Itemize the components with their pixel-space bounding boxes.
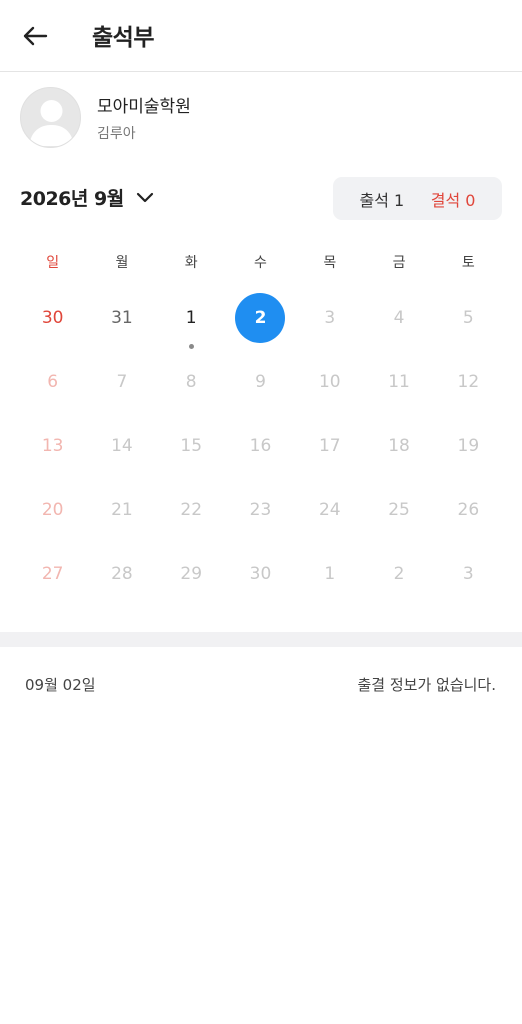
arrow-left-icon [23,26,48,46]
day-number: 9 [255,372,266,392]
day-number: 30 [41,308,64,328]
back-button[interactable] [14,16,56,56]
calendar-day[interactable]: 10 [295,354,364,418]
day-number: 7 [116,372,128,392]
day-number: 2 [393,564,405,584]
calendar-day[interactable]: 30 [226,546,295,610]
day-number: 22 [180,500,203,520]
day-number: 30 [249,564,272,584]
day-number: 15 [180,436,203,456]
calendar-day[interactable]: 12 [434,354,503,418]
calendar-day[interactable]: 3 [434,546,503,610]
day-number: 12 [457,372,480,392]
day-number: 16 [249,436,272,456]
section-divider [0,632,522,647]
calendar-day[interactable]: 21 [87,482,156,546]
calendar-day[interactable]: 23 [226,482,295,546]
calendar-day[interactable]: 2 [364,546,433,610]
calendar-day[interactable]: 3 [295,290,364,354]
day-number: 19 [457,436,480,456]
default-avatar-icon [20,87,81,148]
day-number: 31 [111,308,133,328]
calendar-day[interactable]: 31 [87,290,156,354]
day-number: 8 [185,372,197,392]
month-selector[interactable]: 2026년 9월 [20,184,154,211]
calendar-day[interactable]: 16 [226,418,295,482]
day-number: 11 [388,372,410,392]
day-number: 18 [388,436,410,456]
calendar-day[interactable]: 8 [157,354,226,418]
selected-date: 09월 02일 [25,676,96,694]
page-title: 출석부 [92,25,154,51]
attendance-dot [188,344,194,349]
day-number: 14 [111,436,133,456]
calendar-day[interactable]: 28 [87,546,156,610]
calendar-day[interactable]: 19 [434,418,503,482]
weekday-label: 목 [323,255,337,271]
weekday-label: 금 [392,255,406,271]
day-number: 27 [41,564,64,584]
calendar-day[interactable]: 1 [157,290,226,354]
app-header: 출석부 [0,0,522,72]
calendar-day[interactable]: 7 [87,354,156,418]
weekday-label: 월 [115,255,129,271]
calendar-day[interactable]: 25 [364,482,433,546]
day-number: 4 [393,308,405,328]
day-number: 25 [388,500,410,520]
day-number: 2 [235,293,286,343]
calendar-day[interactable]: 22 [157,482,226,546]
day-number: 1 [185,308,197,328]
month-row: 2026년 9월 출석 1 결석 0 [0,176,522,222]
weekday-label: 토 [461,255,475,271]
calendar-day[interactable]: 26 [434,482,503,546]
weekday-label: 화 [184,255,198,271]
day-number: 24 [318,500,341,520]
day-number: 28 [111,564,133,584]
day-number: 29 [180,564,203,584]
calendar-day[interactable]: 14 [87,418,156,482]
calendar-grid: 30 31 1 2 3 4 5 6 7 8 9 10 11 12 13 14 15 16 17 18 19 20 21 22 2… [18,290,503,610]
day-number: 5 [462,308,474,328]
day-number: 10 [318,372,341,392]
attendance-summary: 출석 1 결석 0 [333,177,502,220]
calendar-day[interactable]: 9 [226,354,295,418]
day-number: 17 [318,436,341,456]
chevron-down-icon [136,192,154,204]
academy-name: 모아미술학원 [97,97,191,117]
calendar-day[interactable]: 6 [18,354,87,418]
calendar-day[interactable]: 27 [18,546,87,610]
calendar-day[interactable]: 24 [295,482,364,546]
absent-count: 결석 0 [430,190,476,210]
weekday-header: 일월화수목금토 [18,250,503,276]
calendar-day[interactable]: 11 [364,354,433,418]
calendar-day[interactable]: 18 [364,418,433,482]
day-number: 13 [41,436,64,456]
student-profile: 모아미술학원 김루아 [0,84,522,152]
attendance-detail: 09월 02일 출결 정보가 없습니다. [0,660,522,710]
calendar-day[interactable]: 13 [18,418,87,482]
calendar-day[interactable]: 15 [157,418,226,482]
day-number: 3 [462,564,474,584]
month-label: 2026년 9월 [20,188,124,210]
day-number: 26 [457,500,480,520]
day-number: 21 [111,500,133,520]
calendar-day[interactable]: 4 [364,290,433,354]
weekday-label: 수 [254,255,267,271]
day-number: 20 [41,500,64,520]
calendar-day[interactable]: 30 [18,290,87,354]
day-number: 3 [324,308,336,328]
no-attendance-message: 출결 정보가 없습니다. [357,676,496,694]
calendar-day[interactable]: 20 [18,482,87,546]
day-number: 23 [249,500,272,520]
day-number: 6 [47,372,59,392]
calendar-day[interactable]: 5 [434,290,503,354]
calendar-day[interactable]: 29 [157,546,226,610]
day-number: 1 [324,564,336,584]
present-count: 출석 1 [359,190,405,210]
student-name: 김루아 [97,126,136,142]
calendar-day[interactable]: 1 [295,546,364,610]
calendar-day[interactable]: 2 [226,290,295,354]
weekday-label: 일 [46,255,60,271]
calendar-day[interactable]: 17 [295,418,364,482]
